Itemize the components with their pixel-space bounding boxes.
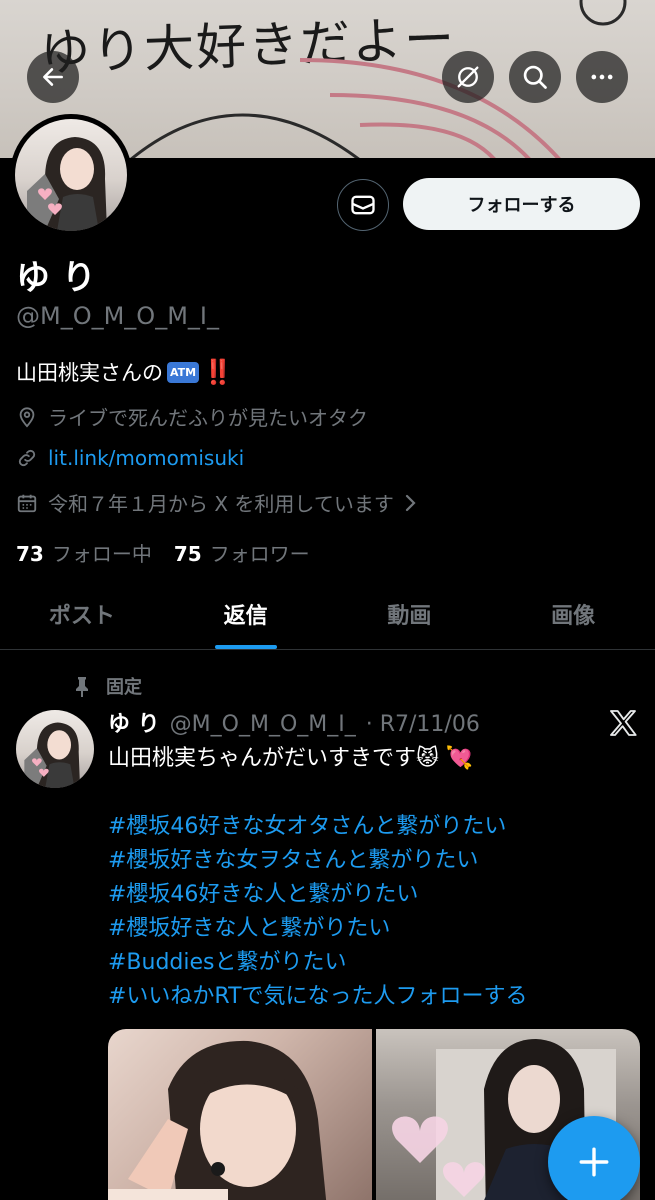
compose-button[interactable]	[548, 1116, 640, 1200]
followers-link[interactable]: 75 フォロワー	[174, 538, 310, 567]
pinned-indicator: 固定	[72, 673, 142, 699]
post-author-handle[interactable]: @M_O_M_O_M_I_	[170, 712, 356, 737]
hashtag[interactable]: #櫻坂好きな人と繋がりたい	[108, 912, 643, 946]
more-button[interactable]	[576, 51, 628, 103]
avatar-image	[15, 119, 127, 231]
x-logo-icon	[610, 710, 637, 736]
post-body: 山田桃実ちゃんがだいすきです😾 💘 #櫻坂46好きな女オタさんと繋がりたい #櫻…	[108, 742, 643, 1014]
pinned-label: 固定	[106, 677, 142, 698]
location-pin-icon	[19, 406, 35, 428]
profile-name: ゆ り	[16, 258, 96, 298]
hashtag[interactable]: #櫻坂好きな女ヲタさんと繋がりたい	[108, 844, 643, 878]
joined-text: 令和７年１月から X を利用しています	[48, 492, 394, 516]
following-link[interactable]: 73 フォロー中	[16, 538, 152, 567]
profile-avatar[interactable]	[10, 114, 132, 236]
double-exclamation-emoji: ‼️	[203, 358, 233, 386]
profile-tabs: ポスト 返信 動画 画像	[0, 578, 655, 650]
plus-icon	[579, 1147, 609, 1177]
grok-icon	[457, 66, 479, 88]
bio-text: 山田桃実さんの	[16, 361, 163, 385]
chevron-right-icon	[405, 494, 416, 511]
profile-link[interactable]: lit.link/momomisuki	[48, 446, 244, 470]
post-hashtags: #櫻坂46好きな女オタさんと繋がりたい #櫻坂好きな女ヲタさんと繋がりたい #櫻…	[108, 810, 643, 1014]
calendar-icon	[17, 494, 37, 512]
search-icon	[523, 65, 547, 89]
follow-counts: 73 フォロー中 75 フォロワー	[16, 538, 310, 567]
post-date[interactable]: · R7/11/06	[366, 712, 480, 737]
message-button[interactable]	[337, 179, 389, 231]
back-button[interactable]	[27, 51, 79, 103]
tab-images[interactable]: 画像	[491, 578, 655, 649]
tab-replies[interactable]: 返信	[164, 578, 328, 649]
atm-emoji: ATM	[167, 361, 200, 383]
profile-location: ライブで死んだふりが見たいオタク	[16, 402, 368, 431]
hashtag[interactable]: #いいねかRTで気になった人フォローする	[108, 980, 643, 1014]
profile-link-row[interactable]: lit.link/momomisuki	[16, 446, 244, 470]
arrow-left-icon	[43, 68, 63, 86]
mail-icon	[351, 195, 375, 215]
grok-button[interactable]	[442, 51, 494, 103]
post-image-1[interactable]	[108, 1029, 372, 1200]
tab-posts[interactable]: ポスト	[0, 578, 164, 649]
more-dots-icon	[591, 74, 613, 80]
profile-handle: @M_O_M_O_M_I_	[16, 302, 219, 330]
post-author-name[interactable]: ゆ り	[108, 706, 160, 738]
tab-videos[interactable]: 動画	[328, 578, 492, 649]
link-icon	[18, 449, 36, 467]
profile-bio: 山田桃実さんの ATM ‼️	[16, 357, 233, 387]
post-avatar[interactable]	[16, 710, 94, 788]
hashtag[interactable]: #櫻坂46好きな人と繋がりたい	[108, 878, 643, 912]
profile-joined[interactable]: 令和７年１月から X を利用しています	[16, 488, 418, 517]
search-button[interactable]	[509, 51, 561, 103]
post-header: ゆ り @M_O_M_O_M_I_ · R7/11/06	[108, 706, 480, 738]
hashtag[interactable]: #櫻坂46好きな女オタさんと繋がりたい	[108, 810, 643, 844]
follow-button[interactable]: フォローする	[403, 178, 640, 230]
post-text: 山田桃実ちゃんがだいすきです😾 💘	[108, 746, 474, 771]
pin-icon	[76, 677, 88, 697]
location-text: ライブで死んだふりが見たいオタク	[48, 406, 368, 430]
hashtag[interactable]: #Buddiesと繋がりたい	[108, 946, 643, 980]
